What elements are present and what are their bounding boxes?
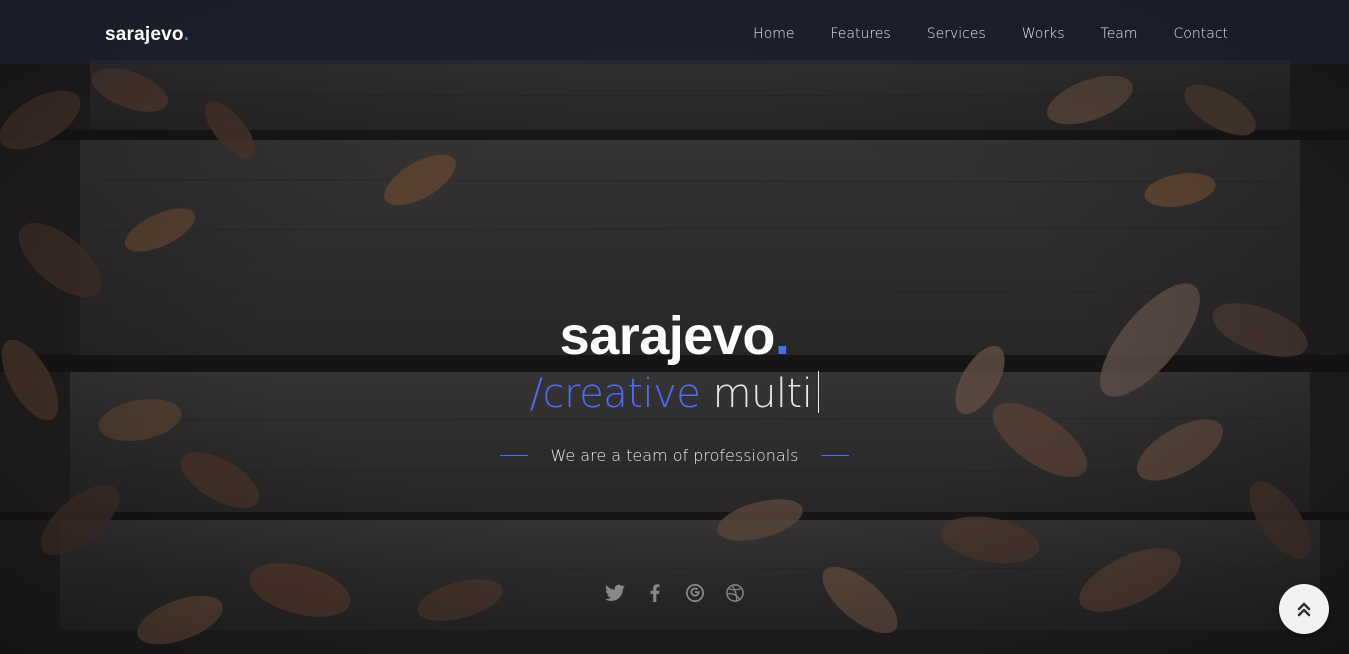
hero-title-dot: . [774, 306, 790, 366]
social-links [604, 582, 746, 604]
nav-item-home[interactable]: Home [753, 26, 794, 42]
facebook-icon[interactable] [644, 582, 666, 604]
back-to-top-button[interactable] [1279, 584, 1329, 634]
typing-cursor [818, 371, 820, 413]
top-navbar: sarajevo. Home Features Services Works T… [0, 0, 1349, 64]
main-nav: Home Features Services Works Team Contac… [753, 26, 1228, 42]
nav-item-services[interactable]: Services [927, 26, 986, 42]
hero-content: sarajevo. /creative multi We are a team … [0, 300, 1349, 465]
nav-item-contact[interactable]: Contact [1174, 26, 1228, 42]
nav-item-features[interactable]: Features [831, 26, 891, 42]
nav-item-works[interactable]: Works [1022, 26, 1065, 42]
typed-text: multi [712, 371, 813, 417]
twitter-icon[interactable] [604, 582, 626, 604]
tagline-right-line [820, 455, 849, 456]
tagline-left-line [500, 455, 529, 456]
hero-section: sarajevo. Home Features Services Works T… [0, 0, 1349, 654]
nav-item-team[interactable]: Team [1101, 26, 1138, 42]
hero-title: sarajevo. [0, 300, 1349, 372]
typed-headline: /creative multi [0, 368, 1349, 420]
brand-dot: . [183, 24, 190, 45]
brand-logo[interactable]: sarajevo. [105, 24, 189, 46]
double-chevron-up-icon [1297, 602, 1311, 617]
typed-accent-text: /creative [529, 371, 701, 417]
hero-tagline: We are a team of professionals [550, 446, 799, 465]
dribbble-icon[interactable] [724, 582, 746, 604]
brand-name: sarajevo [105, 24, 184, 45]
hero-title-text: sarajevo [559, 306, 776, 366]
tagline-row: We are a team of professionals [0, 446, 1349, 465]
google-plus-icon[interactable] [684, 582, 706, 604]
